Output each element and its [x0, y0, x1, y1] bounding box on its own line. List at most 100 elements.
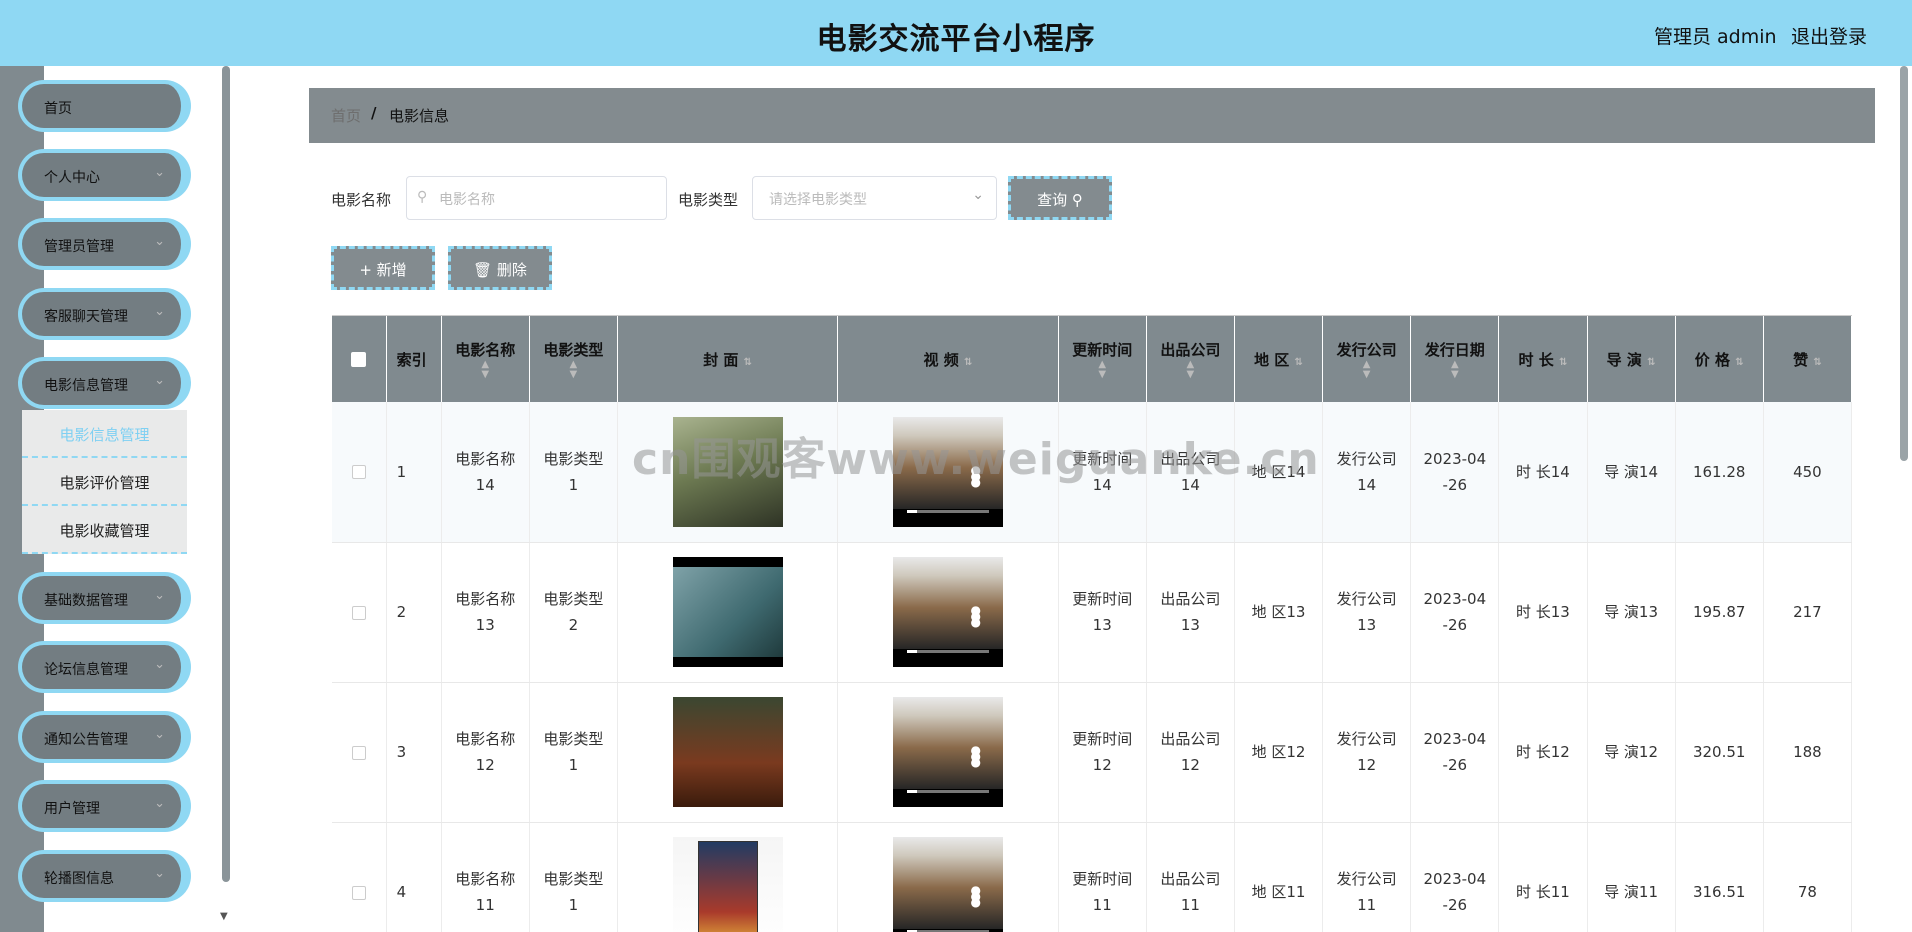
- column-header[interactable]: 导 演 ⇅: [1587, 316, 1676, 402]
- more-options-icon: ● ● ●: [970, 883, 981, 909]
- sidebar-item-label: 轮播图信息: [44, 871, 114, 887]
- column-header[interactable]: 价 格 ⇅: [1675, 316, 1764, 402]
- cover-cell: [617, 682, 839, 823]
- column-header[interactable]: 电影名称 ▲ ▼: [441, 316, 530, 402]
- likes-cell: 188: [1763, 682, 1852, 823]
- sort-icon[interactable]: ⇅: [1295, 357, 1303, 368]
- sidebar-item-admin[interactable]: 管理员管理 ⌄: [22, 222, 187, 266]
- sort-icon[interactable]: ▲ ▼: [1411, 359, 1498, 380]
- movie-type-select[interactable]: 请选择电影类型 ⌄: [752, 176, 997, 220]
- name-cell: 电影名称 11: [441, 822, 530, 932]
- chevron-down-icon: ⌄: [154, 588, 165, 603]
- sidebar-item-home[interactable]: 首页: [22, 84, 187, 128]
- sidebar-item-label: 用户管理: [44, 801, 100, 817]
- sidebar-item-movie[interactable]: 电影信息管理 ⌄: [22, 361, 187, 405]
- sidebar-item-label: 客服聊天管理: [44, 309, 128, 325]
- sort-icon[interactable]: ⇅: [1813, 357, 1821, 368]
- query-button[interactable]: 查询 ⚲: [1008, 176, 1112, 220]
- movie-name-input[interactable]: ⚲ 电影名称: [406, 176, 667, 220]
- submenu-movie-favorite[interactable]: 电影收藏管理: [22, 506, 187, 554]
- cover-image[interactable]: [672, 557, 783, 667]
- row-checkbox[interactable]: [351, 465, 366, 480]
- main-scrollbar[interactable]: [1900, 66, 1908, 461]
- sort-icon[interactable]: ▲ ▼: [530, 359, 617, 380]
- table-row[interactable]: 3 电影名称 12 电影类型 1 ● ● ● 更新时间 12 出品公司 12 地 区12 发…: [332, 682, 1852, 823]
- sort-icon[interactable]: ▲ ▼: [1059, 359, 1146, 380]
- column-header[interactable]: 出品公司 ▲ ▼: [1146, 316, 1235, 402]
- row-checkbox[interactable]: [351, 885, 366, 900]
- column-header[interactable]: 电影类型 ▲ ▼: [529, 316, 618, 402]
- row-checkbox[interactable]: [351, 605, 366, 620]
- type-cell: 电影类型 1: [529, 682, 618, 823]
- add-button[interactable]: + 新增: [331, 246, 435, 290]
- column-header[interactable]: 时 长 ⇅: [1498, 316, 1588, 402]
- index-cell: 2: [386, 542, 442, 683]
- column-header[interactable]: 地 区 ⇅: [1234, 316, 1324, 402]
- sort-icon[interactable]: ▲ ▼: [1323, 359, 1410, 380]
- sort-icon[interactable]: ▲ ▼: [442, 359, 529, 380]
- row-checkbox[interactable]: [351, 745, 366, 760]
- update-cell: 更新时间 13: [1058, 542, 1147, 683]
- sort-icon[interactable]: ⇅: [1735, 357, 1743, 368]
- video-player[interactable]: ● ● ●: [892, 557, 1003, 667]
- select-all-checkbox[interactable]: [351, 352, 367, 367]
- row-checkbox-cell: [332, 822, 387, 932]
- sort-icon[interactable]: ▲ ▼: [1147, 359, 1234, 380]
- chevron-down-icon: ⌄: [972, 187, 984, 203]
- price-cell: 316.51: [1675, 822, 1764, 932]
- chevron-down-icon: ⌄: [154, 373, 165, 388]
- publisher-cell: 发行公司 14: [1322, 402, 1412, 543]
- submenu-movie-review[interactable]: 电影评价管理: [22, 458, 187, 506]
- row-checkbox-cell: [332, 682, 387, 823]
- watermark: cn围观客www.weiguanke.cn: [632, 434, 1320, 485]
- sidebar-scrollbar[interactable]: [222, 66, 230, 882]
- sidebar-item-chat[interactable]: 客服聊天管理 ⌄: [22, 292, 187, 336]
- table-row[interactable]: 4 电影名称 11 电影类型 1 ● ● ● 更新时间 11 出品公司 11 地 区11 发…: [332, 822, 1852, 932]
- delete-button[interactable]: 🗑 删除: [448, 246, 552, 290]
- sort-icon[interactable]: ⇅: [1559, 357, 1567, 368]
- logout-link[interactable]: 退出登录: [1791, 22, 1867, 49]
- sort-icon[interactable]: ⇅: [744, 357, 752, 368]
- chevron-down-icon: ⌄: [154, 866, 165, 881]
- breadcrumb-separator: /: [371, 104, 377, 122]
- duration-cell: 时 长14: [1498, 402, 1588, 543]
- sidebar-item-carousel[interactable]: 轮播图信息 ⌄: [22, 854, 187, 898]
- column-header[interactable]: 发行日期 ▲ ▼: [1410, 316, 1500, 402]
- movie-type-label: 电影类型: [678, 191, 739, 209]
- column-header[interactable]: 更新时间 ▲ ▼: [1058, 316, 1147, 402]
- chevron-down-icon: ⌄: [154, 165, 165, 180]
- table-row[interactable]: 2 电影名称 13 电影类型 2 ● ● ● 更新时间 13 出品公司 13 地 区13 发…: [332, 542, 1852, 683]
- sort-icon[interactable]: ⇅: [1647, 357, 1655, 368]
- company-cell: 出品公司 12: [1146, 682, 1235, 823]
- update-cell: 更新时间 12: [1058, 682, 1147, 823]
- column-header[interactable]: 视 频 ⇅: [837, 316, 1059, 402]
- video-player[interactable]: ● ● ●: [892, 837, 1003, 932]
- price-cell: 161.28: [1675, 402, 1764, 543]
- sort-icon[interactable]: ⇅: [964, 357, 972, 368]
- director-cell: 导 演13: [1587, 542, 1676, 683]
- submenu-movie-info[interactable]: 电影信息管理: [22, 410, 187, 458]
- column-header[interactable]: 发行公司 ▲ ▼: [1322, 316, 1412, 402]
- duration-cell: 时 长11: [1498, 822, 1588, 932]
- sidebar-item-user[interactable]: 用户管理 ⌄: [22, 784, 187, 828]
- column-header[interactable]: 封 面 ⇅: [617, 316, 839, 402]
- sidebar-item-notice[interactable]: 通知公告管理 ⌄: [22, 715, 187, 759]
- likes-cell: 217: [1763, 542, 1852, 683]
- sidebar-item-forum[interactable]: 论坛信息管理 ⌄: [22, 645, 187, 689]
- video-cell: ● ● ●: [837, 822, 1059, 932]
- sidebar-item-basic-data[interactable]: 基础数据管理 ⌄: [22, 576, 187, 620]
- breadcrumb-home[interactable]: 首页: [331, 105, 361, 126]
- cover-image[interactable]: [672, 837, 783, 932]
- movie-table: 索引 电影名称 ▲ ▼ 电影类型 ▲ ▼ 封 面 ⇅ 视 频 ⇅ 更新时间 ▲ ▼ 出品公司…: [332, 315, 1852, 932]
- video-player[interactable]: ● ● ●: [892, 697, 1003, 807]
- date-cell: 2023-04 -26: [1410, 682, 1500, 823]
- table-header-row: 索引 电影名称 ▲ ▼ 电影类型 ▲ ▼ 封 面 ⇅ 视 频 ⇅ 更新时间 ▲ ▼ 出品公司…: [332, 316, 1852, 402]
- column-header[interactable]: 赞 ⇅: [1763, 316, 1852, 402]
- scroll-down-icon[interactable]: ▼: [220, 911, 228, 922]
- cover-image[interactable]: [672, 697, 783, 807]
- sidebar: ▼ 首页 个人中心 ⌄ 管理员管理 ⌄ 客服聊天管理 ⌄ 电影信息管理 ⌄ 电影…: [0, 66, 233, 932]
- company-cell: 出品公司 11: [1146, 822, 1235, 932]
- sidebar-item-profile[interactable]: 个人中心 ⌄: [22, 153, 187, 197]
- row-checkbox-cell: [332, 542, 387, 683]
- top-header: 电影交流平台小程序 管理员 admin 退出登录: [0, 0, 1912, 66]
